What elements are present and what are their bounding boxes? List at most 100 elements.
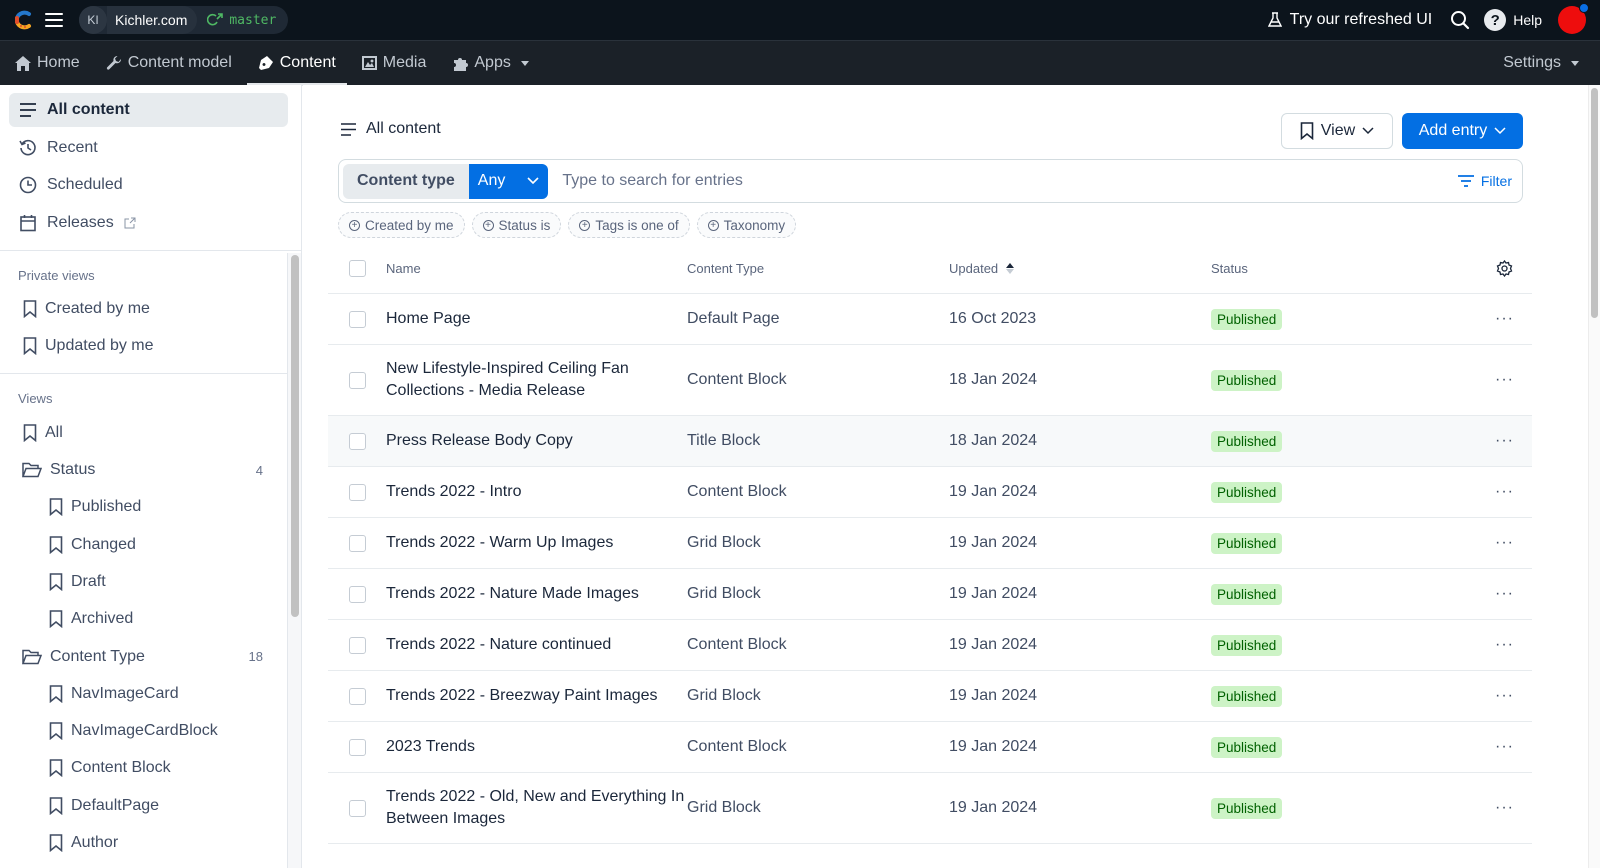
view-button[interactable]: View — [1281, 113, 1393, 149]
view-changed[interactable]: Changed — [0, 526, 301, 563]
environment-badge[interactable]: master — [197, 6, 288, 34]
folder-open-icon — [22, 462, 42, 478]
row-checkbox[interactable] — [348, 483, 366, 501]
table-row[interactable]: 2023 Trends Content Block 19 Jan 2024 Pu… — [328, 722, 1532, 773]
chip-tags-is-one-of[interactable]: + Tags is one of — [568, 212, 690, 238]
filter-button[interactable]: Filter — [1457, 173, 1512, 189]
sidebar-item-label: All content — [47, 101, 130, 118]
entry-name[interactable]: Trends 2022 - Nature continued — [386, 634, 687, 656]
column-header-updated[interactable]: Updated — [949, 261, 1211, 276]
space-switcher[interactable]: KI Kichler.com master — [79, 6, 289, 34]
sidebar-item-recent[interactable]: Recent — [9, 131, 288, 165]
nav-apps-label: Apps — [474, 54, 511, 71]
search-icon[interactable] — [1450, 10, 1470, 30]
main-navigation: Home Content model Content Media Apps Se… — [0, 40, 1600, 86]
table-row[interactable]: Home Page Default Page 16 Oct 2023 Publi… — [328, 294, 1532, 345]
select-all-checkbox[interactable] — [348, 260, 366, 277]
row-checkbox[interactable] — [348, 432, 366, 450]
row-checkbox[interactable] — [348, 636, 366, 654]
folder-status[interactable]: Status 4 — [0, 451, 301, 488]
entry-name[interactable]: Home Page — [386, 308, 687, 330]
row-checkbox[interactable] — [348, 738, 366, 756]
sidebar-scrollbar-thumb[interactable] — [291, 255, 299, 617]
view-published[interactable]: Published — [0, 489, 301, 526]
user-avatar[interactable] — [1558, 3, 1589, 34]
sidebar-item-scheduled[interactable]: Scheduled — [9, 168, 288, 202]
entry-name[interactable]: 2023 Trends — [386, 736, 687, 758]
column-header-name[interactable]: Name — [386, 258, 687, 280]
add-entry-button[interactable]: Add entry — [1402, 113, 1523, 149]
entry-name[interactable]: Trends 2022 - Old, New and Everything In… — [386, 786, 687, 830]
chip-created-by-me[interactable]: + Created by me — [338, 212, 465, 238]
table-row[interactable]: Trends 2022 - Warm Up Images Grid Block … — [328, 518, 1532, 569]
entry-name[interactable]: Press Release Body Copy — [386, 430, 687, 452]
chip-taxonomy[interactable]: + Taxonomy — [696, 212, 797, 238]
row-checkbox[interactable] — [348, 687, 366, 705]
nav-content-model-label: Content model — [127, 54, 232, 71]
nav-home[interactable]: Home — [4, 41, 91, 86]
column-settings-icon[interactable] — [1477, 260, 1532, 277]
more-actions-icon[interactable]: ··· — [1495, 636, 1514, 654]
table-row[interactable]: Trends 2022 - Intro Content Block 19 Jan… — [328, 467, 1532, 518]
row-checkbox[interactable] — [348, 310, 366, 328]
more-actions-icon[interactable]: ··· — [1495, 483, 1514, 501]
help-button[interactable]: ? Help — [1484, 9, 1542, 31]
folder-content-type[interactable]: Content Type 18 — [0, 638, 301, 675]
sidebar-scrollbar[interactable] — [287, 253, 301, 868]
menu-icon[interactable] — [45, 13, 63, 27]
nav-media[interactable]: Media — [351, 41, 438, 86]
table-row[interactable]: Trends 2022 - Nature Made Images Grid Bl… — [328, 569, 1532, 620]
main-scrollbar-thumb[interactable] — [1591, 88, 1598, 318]
sidebar-item-releases[interactable]: Releases — [9, 206, 288, 240]
private-view-created-by-me[interactable]: Created by me — [0, 291, 301, 328]
chip-status-is[interactable]: + Status is — [471, 212, 562, 238]
nav-apps[interactable]: Apps — [441, 41, 539, 86]
entry-updated: 19 Jan 2024 — [949, 636, 1038, 653]
try-refreshed-ui-link[interactable]: Try our refreshed UI — [1267, 11, 1432, 29]
view-draft[interactable]: Draft — [0, 563, 301, 600]
entry-name[interactable]: New Lifestyle-Inspired Ceiling Fan Colle… — [386, 358, 687, 402]
column-header-content-type[interactable]: Content Type — [687, 261, 949, 276]
row-checkbox[interactable] — [348, 534, 366, 552]
more-actions-icon[interactable]: ··· — [1495, 738, 1514, 756]
table-row[interactable]: Trends 2022 - Breezway Paint Images Grid… — [328, 671, 1532, 722]
row-checkbox[interactable] — [348, 585, 366, 603]
more-actions-icon[interactable]: ··· — [1495, 799, 1514, 817]
private-view-updated-by-me[interactable]: Updated by me — [0, 328, 301, 365]
more-actions-icon[interactable]: ··· — [1495, 534, 1514, 552]
main-scrollbar[interactable] — [1588, 85, 1600, 868]
more-actions-icon[interactable]: ··· — [1495, 432, 1514, 450]
table-row[interactable]: New Lifestyle-Inspired Ceiling Fan Colle… — [328, 345, 1532, 416]
row-checkbox[interactable] — [348, 799, 366, 817]
nav-content[interactable]: Content — [246, 41, 347, 86]
view-content-block[interactable]: Content Block — [0, 750, 301, 787]
more-actions-icon[interactable]: ··· — [1495, 585, 1514, 603]
sidebar-item-all-content[interactable]: All content — [9, 93, 288, 127]
view-navimagecardblock[interactable]: NavImageCardBlock — [0, 712, 301, 749]
nav-settings[interactable]: Settings — [1492, 41, 1590, 86]
entry-name[interactable]: Trends 2022 - Breezway Paint Images — [386, 685, 687, 707]
search-input[interactable] — [562, 163, 1457, 199]
view-label: Updated by me — [45, 337, 154, 355]
image-icon — [361, 56, 377, 70]
wrench-icon — [106, 55, 121, 70]
view-all[interactable]: All — [0, 414, 301, 451]
row-checkbox[interactable] — [348, 371, 366, 389]
more-actions-icon[interactable]: ··· — [1495, 310, 1514, 328]
view-author[interactable]: Author — [0, 824, 301, 861]
entry-name[interactable]: Trends 2022 - Warm Up Images — [386, 532, 687, 554]
table-row[interactable]: Trends 2022 - Nature continued Content B… — [328, 620, 1532, 671]
nav-content-model[interactable]: Content model — [95, 41, 243, 86]
table-row[interactable]: Press Release Body Copy Title Block 18 J… — [328, 416, 1532, 467]
table-row[interactable]: Trends 2022 - Old, New and Everything In… — [328, 773, 1532, 844]
view-navimagecard[interactable]: NavImageCard — [0, 675, 301, 712]
contentful-logo-icon[interactable] — [13, 9, 35, 31]
view-defaultpage[interactable]: DefaultPage — [0, 787, 301, 824]
entry-name[interactable]: Trends 2022 - Intro — [386, 481, 687, 503]
column-header-status[interactable]: Status — [1211, 261, 1477, 276]
more-actions-icon[interactable]: ··· — [1495, 371, 1514, 389]
view-archived[interactable]: Archived — [0, 601, 301, 638]
entry-name[interactable]: Trends 2022 - Nature Made Images — [386, 583, 687, 605]
more-actions-icon[interactable]: ··· — [1495, 687, 1514, 705]
content-type-select[interactable]: Any — [468, 163, 549, 199]
